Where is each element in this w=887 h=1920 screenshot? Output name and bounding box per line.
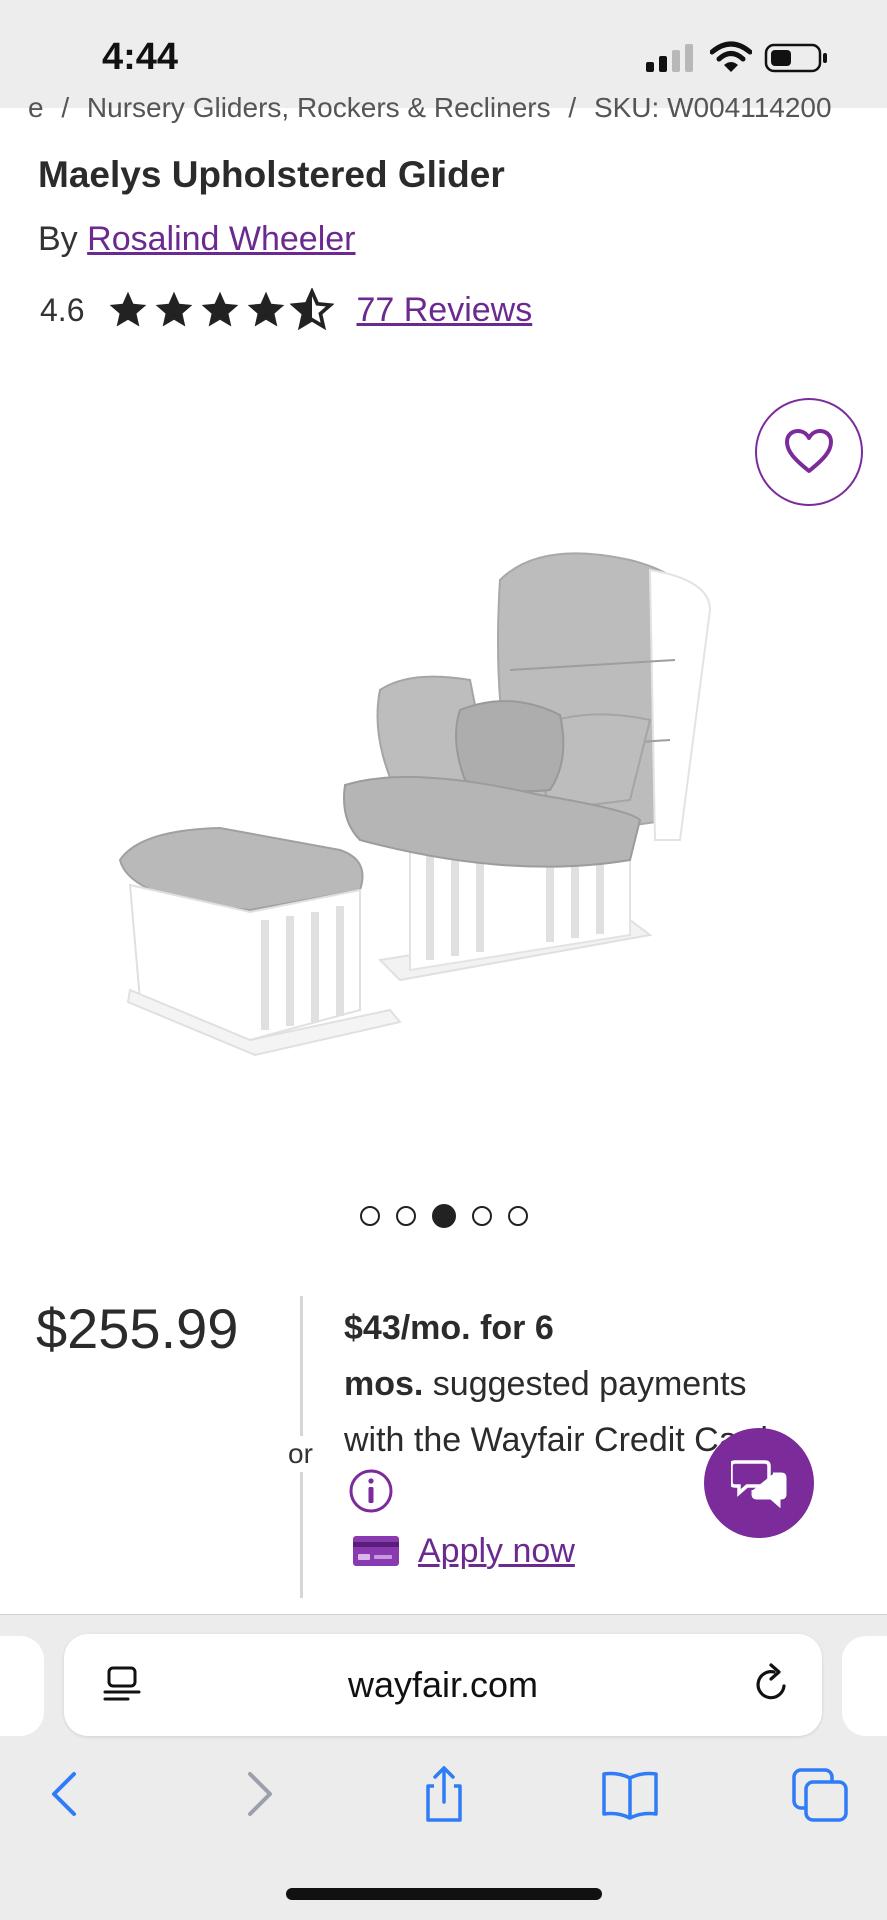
carousel-dot[interactable]	[396, 1206, 416, 1226]
carousel-dot[interactable]	[508, 1206, 528, 1226]
star-full-icon	[156, 291, 193, 327]
info-icon[interactable]	[348, 1468, 394, 1514]
back-icon[interactable]	[36, 1764, 96, 1824]
brand-row: By Rosalind Wheeler	[38, 220, 356, 259]
breadcrumb-separator: /	[61, 92, 70, 123]
product-title: Maelys Upholstered Glider	[38, 154, 505, 195]
by-label: By	[38, 220, 78, 258]
star-rating	[106, 288, 335, 332]
breadcrumb-item-category[interactable]: Nursery Gliders, Rockers & Recliners	[87, 92, 551, 123]
breadcrumb-sku: SKU: W004114200	[593, 92, 832, 123]
star-full-icon	[110, 291, 147, 327]
rating-value: 4.6	[40, 291, 85, 328]
or-label: or	[288, 1436, 313, 1472]
monthly-payment: $43/mo. for 6	[344, 1309, 554, 1347]
apply-now-link[interactable]: Apply now	[418, 1532, 575, 1571]
chat-icon	[731, 1460, 787, 1508]
apply-row: Apply now	[352, 1526, 575, 1576]
status-time: 4:44	[102, 36, 179, 78]
star-half-icon	[290, 288, 335, 331]
bookmarks-icon[interactable]	[600, 1764, 660, 1824]
breadcrumb-item[interactable]: e	[28, 92, 44, 123]
url-text[interactable]: wayfair.com	[64, 1664, 822, 1706]
tabs-icon[interactable]	[790, 1764, 850, 1824]
next-tab-peek[interactable]	[842, 1636, 887, 1736]
favorite-button[interactable]	[755, 398, 863, 506]
financing-desc-1: suggested payments	[423, 1365, 747, 1403]
previous-tab-peek[interactable]	[0, 1636, 44, 1736]
home-indicator	[286, 1888, 602, 1900]
rating-row: 4.6 77 Reviews	[40, 286, 532, 334]
brand-link[interactable]: Rosalind Wheeler	[87, 220, 355, 258]
breadcrumb-separator: /	[568, 92, 577, 123]
forward-icon[interactable]	[228, 1764, 288, 1824]
carousel-dot[interactable]	[360, 1206, 380, 1226]
carousel-dot-active[interactable]	[432, 1204, 456, 1228]
reload-icon[interactable]	[752, 1662, 792, 1706]
price: $255.99	[36, 1297, 239, 1360]
battery-icon	[764, 43, 827, 73]
star-full-icon	[202, 291, 239, 327]
months-label: mos.	[344, 1365, 424, 1403]
share-icon[interactable]	[414, 1764, 474, 1824]
product-image[interactable]	[110, 540, 750, 1080]
carousel-dots	[360, 1204, 528, 1228]
star-full-icon	[248, 291, 285, 327]
credit-card-icon	[353, 1536, 399, 1566]
reviews-link[interactable]: 77 Reviews	[356, 291, 532, 330]
signal-icon	[646, 44, 693, 72]
heart-icon	[785, 429, 833, 473]
carousel-dot[interactable]	[472, 1206, 492, 1226]
breadcrumb: e / Nursery Gliders, Rockers & Recliners…	[28, 92, 858, 128]
address-bar[interactable]: wayfair.com	[64, 1634, 822, 1736]
wifi-icon	[710, 41, 752, 72]
chat-button[interactable]	[704, 1428, 814, 1538]
